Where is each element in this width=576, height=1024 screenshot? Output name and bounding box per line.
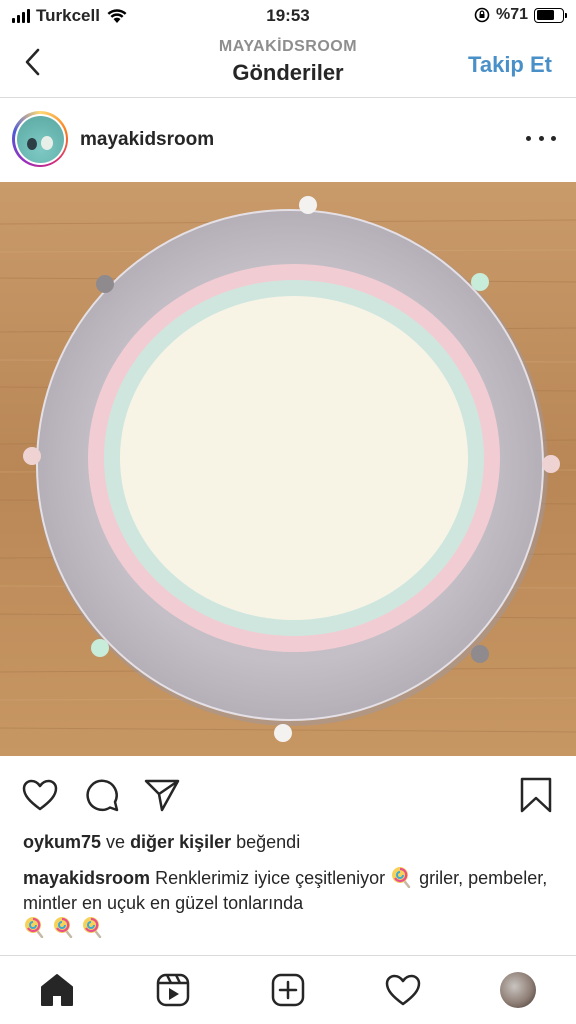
lollipop-icon <box>83 917 102 938</box>
post-caption: mayakidsroom Renklerimiz iyice çeşitleni… <box>23 866 553 941</box>
bottom-tab-bar <box>0 955 576 1024</box>
tab-activity[interactable] <box>383 970 423 1010</box>
status-bar: Turkcell 19:53 %71 <box>0 0 576 32</box>
orientation-lock-icon <box>474 7 490 23</box>
bookmark-icon <box>520 777 552 813</box>
follow-button[interactable]: Takip Et <box>468 52 552 78</box>
avatar-image <box>16 115 64 163</box>
save-button[interactable] <box>516 775 556 815</box>
nav-header: MAYAKİDSROOM Gönderiler Takip Et <box>0 32 576 98</box>
battery-icon <box>534 7 567 23</box>
battery-level <box>536 10 555 20</box>
comment-button[interactable] <box>82 775 122 815</box>
other-likers-link[interactable]: diğer kişiler <box>130 832 231 852</box>
lollipop-icon <box>54 917 73 938</box>
more-horizontal-icon <box>526 135 531 141</box>
post-actions <box>0 770 576 820</box>
home-icon <box>41 974 73 1006</box>
tab-home[interactable] <box>37 970 77 1010</box>
heart-icon <box>385 974 421 1006</box>
battery-percent: %71 <box>495 6 528 23</box>
status-right: %71 <box>474 6 567 24</box>
paper-plane-icon <box>144 779 180 812</box>
reels-icon <box>156 973 190 1007</box>
lollipop-icon <box>392 867 411 888</box>
more-options-button[interactable] <box>526 128 556 148</box>
comment-icon <box>86 779 119 812</box>
share-button[interactable] <box>142 775 182 815</box>
heart-icon <box>22 779 58 811</box>
plus-square-icon <box>271 973 305 1007</box>
liker-username[interactable]: oykum75 <box>23 832 101 852</box>
post-username[interactable]: mayakidsroom <box>80 129 214 151</box>
caption-username[interactable]: mayakidsroom <box>23 868 150 888</box>
likes-line: oykum75 ve diğer kişiler beğendi <box>23 832 301 852</box>
rug-photo <box>0 182 576 756</box>
tab-profile[interactable] <box>500 972 536 1008</box>
avatar[interactable] <box>12 111 68 167</box>
tab-create[interactable] <box>268 970 308 1010</box>
post-image[interactable] <box>0 182 576 756</box>
post-header: mayakidsroom <box>0 98 576 182</box>
tab-reels[interactable] <box>153 970 193 1010</box>
like-button[interactable] <box>20 775 60 815</box>
lollipop-icon <box>25 917 44 938</box>
